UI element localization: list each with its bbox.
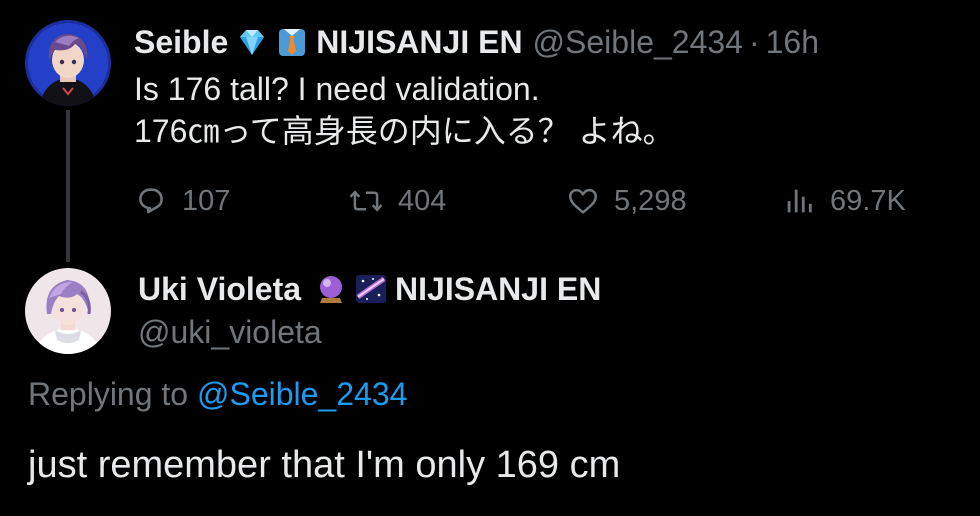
- thread-connector-line: [66, 110, 70, 262]
- views-button[interactable]: 69.7K: [782, 180, 906, 222]
- tweet1-handle[interactable]: @Seible_2434: [533, 24, 743, 61]
- necktie-icon: [276, 26, 308, 58]
- tweet1-text-line-2: 176㎝って高身長の内に入る？ よね。: [134, 113, 675, 149]
- tweet2-affiliation: NIJISANJI EN: [395, 270, 602, 307]
- repost-button[interactable]: 404: [348, 180, 446, 222]
- tweet1-header: Seible NIJISANJI EN @Seible_2434 · 16h: [134, 22, 819, 62]
- heart-icon: [566, 184, 614, 218]
- tweet2-handle[interactable]: @uki_violeta: [138, 314, 322, 351]
- tweet1-affiliation: NIJISANJI EN: [316, 23, 523, 60]
- reply-button[interactable]: 107: [134, 180, 230, 222]
- tweet2-header: Uki Violeta NIJISANJI EN: [138, 268, 601, 310]
- tweet1-action-bar: 107 404 5,298 69.7K: [134, 180, 934, 222]
- repost-count: 404: [398, 184, 447, 217]
- replying-to-prefix: Replying to: [28, 376, 189, 412]
- tweet1-timestamp[interactable]: 16h: [766, 24, 819, 61]
- gem-icon: [236, 26, 268, 58]
- tweet1-author-name[interactable]: Seible: [134, 24, 228, 61]
- replying-to-link[interactable]: @Seible_2434: [197, 376, 407, 412]
- reply-icon: [134, 184, 182, 218]
- like-button[interactable]: 5,298: [566, 180, 687, 222]
- reply-count: 107: [182, 184, 231, 217]
- view-count: 69.7K: [830, 184, 906, 217]
- crystal-ball-icon: [315, 273, 347, 305]
- tweet1-separator: ·: [748, 23, 760, 60]
- uki-avatar[interactable]: [25, 268, 111, 354]
- like-count: 5,298: [614, 184, 687, 217]
- views-chart-icon: [782, 184, 830, 218]
- replying-to-line: Replying to @Seible_2434: [28, 376, 407, 413]
- tweet1-text: Is 176 tall? I need validation. 176㎝って高身…: [134, 68, 675, 152]
- seible-avatar[interactable]: [25, 20, 111, 106]
- tweet2-text: just remember that I'm only 169 cm: [28, 444, 621, 486]
- repost-icon: [348, 184, 398, 218]
- tweet2-author-name[interactable]: Uki Violeta: [138, 271, 301, 308]
- tweet1-text-line-1: Is 176 tall? I need validation.: [134, 71, 540, 107]
- milky-way-icon: [355, 273, 387, 305]
